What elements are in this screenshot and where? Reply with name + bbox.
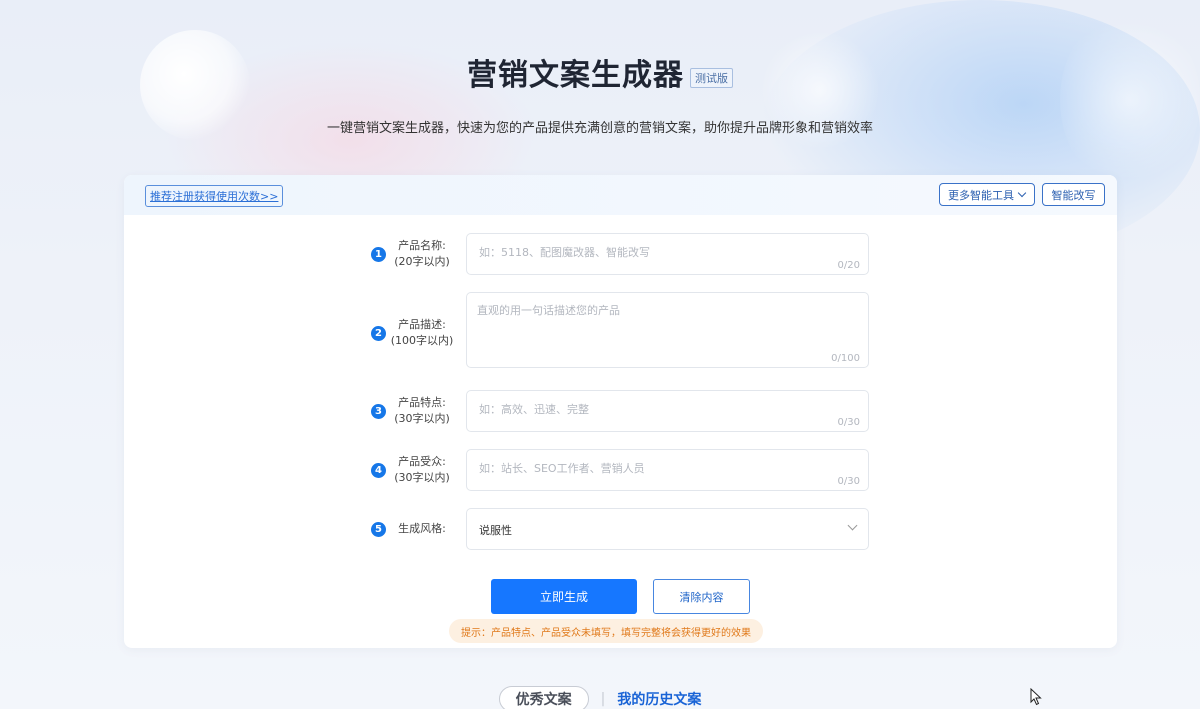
- field-label-text: 产品描述:: [398, 318, 446, 331]
- step-number-4: 4: [371, 462, 386, 478]
- product-description-field[interactable]: 0/100: [466, 292, 869, 368]
- field-limit-text: (20字以内): [394, 255, 450, 268]
- smart-rewrite-button[interactable]: 智能改写: [1042, 183, 1105, 206]
- product-audience-input[interactable]: [467, 450, 868, 487]
- tab-excellent-copy[interactable]: 优秀文案: [498, 686, 589, 709]
- product-audience-field[interactable]: 0/30: [466, 449, 869, 491]
- char-counter: 0/100: [831, 353, 860, 364]
- hint-message: 提示：产品特点、产品受众未填写，填写完整将会获得更好的效果: [449, 619, 763, 643]
- title-row: 营销文案生成器 测试版: [0, 56, 1200, 96]
- field-label-text: 产品名称:: [398, 239, 446, 252]
- field-label: 产品描述: (100字以内): [386, 317, 458, 349]
- step-number-3: 3: [371, 403, 386, 419]
- field-label-text: 产品受众:: [398, 455, 446, 468]
- field-label: 产品受众: (30字以内): [386, 454, 458, 486]
- field-row-product-audience: 4 产品受众: (30字以内): [371, 453, 458, 487]
- page-title: 营销文案生成器: [467, 58, 684, 93]
- field-label-text: 生成风格:: [398, 522, 446, 535]
- field-label-text: 产品特点:: [398, 396, 446, 409]
- field-limit-text: (30字以内): [394, 412, 450, 425]
- tab-my-history[interactable]: 我的历史文案: [617, 689, 701, 709]
- field-row-product-name: 1 产品名称: (20字以内): [371, 237, 458, 271]
- clear-content-button[interactable]: 清除内容: [653, 579, 750, 614]
- chevron-down-icon: [1017, 188, 1027, 198]
- char-counter: 0/20: [837, 260, 860, 271]
- product-description-textarea[interactable]: [467, 293, 868, 363]
- bottom-tabs: 优秀文案 | 我的历史文案: [0, 686, 1200, 709]
- field-limit-text: (100字以内): [390, 334, 454, 347]
- page-subtitle: 一键营销文案生成器，快速为您的产品提供充满创意的营销文案，助你提升品牌形象和营销…: [326, 121, 873, 136]
- style-select-value: 说服性: [479, 524, 512, 537]
- product-name-field[interactable]: 0/20: [466, 233, 869, 275]
- field-label: 产品特点: (30字以内): [386, 395, 458, 427]
- mouse-cursor-icon: [1030, 688, 1042, 706]
- generate-button[interactable]: 立即生成: [491, 579, 637, 614]
- generator-card: 推荐注册获得使用次数>> 更多智能工具 智能改写 1 产品名称: (20字以内)…: [124, 175, 1117, 648]
- char-counter: 0/30: [837, 476, 860, 487]
- card-toolbar: 推荐注册获得使用次数>> 更多智能工具 智能改写: [124, 175, 1117, 215]
- field-row-style: 5 生成风格:: [371, 519, 458, 539]
- field-limit-text: (30字以内): [394, 471, 450, 484]
- more-tools-dropdown[interactable]: 更多智能工具: [939, 183, 1035, 206]
- step-number-5: 5: [371, 521, 386, 537]
- register-promo-link[interactable]: 推荐注册获得使用次数>>: [145, 185, 284, 207]
- char-counter: 0/30: [837, 417, 860, 428]
- tab-separator: |: [600, 691, 606, 707]
- beta-badge: 测试版: [690, 68, 733, 88]
- style-select[interactable]: 说服性: [466, 508, 869, 550]
- field-row-product-features: 3 产品特点: (30字以内): [371, 394, 458, 428]
- product-name-input[interactable]: [467, 234, 868, 271]
- step-number-1: 1: [371, 246, 386, 262]
- field-label: 产品名称: (20字以内): [386, 238, 458, 270]
- product-features-input[interactable]: [467, 391, 868, 428]
- more-tools-label: 更多智能工具: [948, 188, 1014, 202]
- field-row-product-description: 2 产品描述: (100字以内): [371, 316, 458, 350]
- background-bubble-far-right: [1060, 10, 1200, 190]
- product-features-field[interactable]: 0/30: [466, 390, 869, 432]
- step-number-2: 2: [371, 325, 386, 341]
